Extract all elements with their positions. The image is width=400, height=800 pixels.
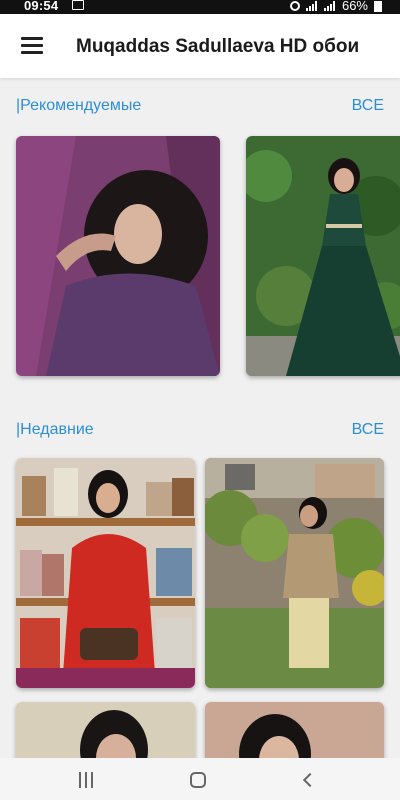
back-icon[interactable] xyxy=(290,766,330,794)
wallpaper-card[interactable] xyxy=(16,458,195,688)
see-all-recommended-button[interactable]: ВСЕ xyxy=(352,97,384,115)
wallpaper-card[interactable] xyxy=(205,458,384,688)
wallpaper-image xyxy=(246,136,400,376)
wallpaper-image xyxy=(16,136,220,376)
status-bar: 09:54 66% xyxy=(0,0,400,14)
battery-icon xyxy=(374,1,382,12)
home-icon[interactable] xyxy=(178,766,218,794)
app-title: Muqaddas Sadullaeva HD обои xyxy=(76,36,360,57)
see-all-recent-button[interactable]: ВСЕ xyxy=(352,421,384,439)
section-title-recommended: |Рекомендуемые xyxy=(16,97,142,114)
wallpaper-image xyxy=(16,458,195,688)
gallery-notification-icon xyxy=(72,0,84,10)
wallpaper-card[interactable] xyxy=(246,136,400,376)
section-title-recent: |Недавние xyxy=(16,421,94,438)
recents-icon[interactable] xyxy=(66,766,106,794)
hamburger-menu-icon[interactable] xyxy=(12,28,48,64)
app-bar: Muqaddas Sadullaeva HD обои xyxy=(0,14,400,78)
status-time: 09:54 xyxy=(24,0,59,13)
wallpaper-card[interactable] xyxy=(16,136,220,376)
wallpaper-image xyxy=(205,458,384,688)
alarm-icon xyxy=(289,0,300,11)
system-navigation-bar xyxy=(0,758,400,800)
wifi-icon xyxy=(305,0,318,11)
status-right-icons: 66% xyxy=(289,0,382,13)
battery-percent: 66% xyxy=(341,0,368,13)
signal-icon xyxy=(323,0,336,11)
